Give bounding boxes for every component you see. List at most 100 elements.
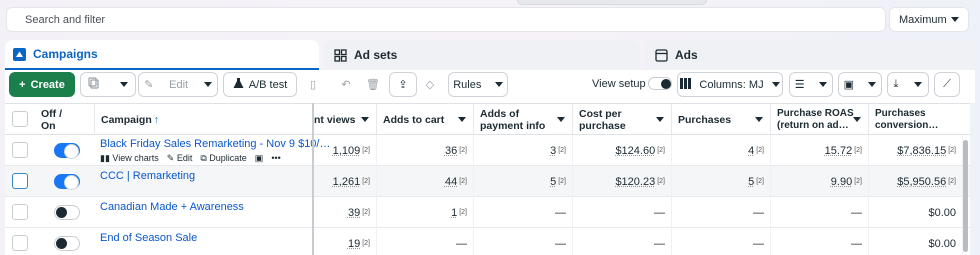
campaign-name-link[interactable]: End of Season Sale bbox=[100, 232, 197, 244]
row-checkbox[interactable] bbox=[12, 204, 28, 220]
clipboard-icon[interactable]: ▯ bbox=[302, 72, 324, 97]
views-cell: 1,109 [2] bbox=[314, 135, 377, 166]
header-roas[interactable]: Purchase ROAS (return on ad… bbox=[771, 104, 869, 135]
duplicate-icon bbox=[88, 77, 100, 92]
tab-ads[interactable]: Ads bbox=[645, 40, 975, 70]
roas-cell: 15.72 [2] bbox=[771, 135, 869, 166]
campaign-toggle[interactable] bbox=[54, 236, 80, 251]
views-cell: 1,261 [2] bbox=[314, 166, 377, 197]
campaign-name-link[interactable]: CCC | Remarketing bbox=[100, 170, 195, 182]
export-button[interactable]: ⤓ bbox=[887, 72, 929, 97]
create-button[interactable]: + Create bbox=[9, 72, 75, 97]
chevron-down-icon bbox=[656, 117, 664, 122]
campaign-toggle[interactable] bbox=[54, 174, 80, 190]
chevron-down-icon bbox=[203, 82, 212, 87]
grid-icon bbox=[334, 48, 347, 62]
header-purchases[interactable]: Purchases bbox=[672, 104, 771, 135]
tab-campaigns[interactable]: Campaigns bbox=[5, 40, 319, 70]
view-setup-toggle[interactable] bbox=[648, 77, 672, 90]
chevron-down-icon bbox=[914, 82, 923, 87]
chevron-down-icon bbox=[772, 82, 781, 87]
chevron-down-icon bbox=[868, 82, 877, 87]
chevron-down-icon bbox=[119, 82, 128, 87]
atc-cell: 1 [2] bbox=[377, 197, 474, 228]
atc-cell: — bbox=[377, 228, 474, 255]
undo-icon[interactable]: ↶ bbox=[335, 72, 357, 97]
vertical-scrollbar[interactable] bbox=[963, 140, 968, 252]
views-cell: 19 [2] bbox=[314, 228, 377, 255]
purchases-cell: 5 [2] bbox=[672, 166, 771, 197]
chevron-down-icon bbox=[853, 117, 861, 122]
cpp-cell: $124.60 [2] bbox=[573, 135, 672, 166]
breakdown-button[interactable]: ☰ bbox=[789, 72, 833, 97]
header-conversion-value[interactable]: Purchases conversion… bbox=[869, 104, 970, 135]
campaign-name-link[interactable]: Canadian Made + Awareness bbox=[100, 201, 244, 213]
value-cell: $0.00 bbox=[869, 197, 963, 228]
breakdown-icon: ☰ bbox=[794, 79, 805, 91]
tab-ad-sets[interactable]: Ad sets bbox=[324, 40, 640, 70]
duplicate-icon: ⧉ bbox=[200, 153, 210, 163]
folder-icon bbox=[13, 47, 26, 61]
atc-cell: 44 [2] bbox=[377, 166, 474, 197]
table-row[interactable]: End of Season Sale 19 [2] — — — — — $0.00 bbox=[5, 228, 970, 255]
trash-icon[interactable]: 🗑︎ bbox=[362, 72, 384, 97]
chevron-down-icon bbox=[494, 82, 503, 87]
reports-icon: ▣ bbox=[843, 79, 855, 91]
header-cost-per-purchase[interactable]: Cost per purchase bbox=[573, 104, 672, 135]
table-row[interactable]: Canadian Made + Awareness 39 [2] 1 [2] — —… bbox=[5, 197, 970, 228]
cpp-cell: — bbox=[573, 197, 672, 228]
header-campaign[interactable]: Campaign ↑ bbox=[95, 104, 313, 135]
header-off-on[interactable]: Off / On bbox=[35, 104, 95, 135]
duplicate-button[interactable] bbox=[80, 72, 136, 97]
ab-test-button[interactable]: A/B test bbox=[223, 72, 297, 97]
roas-cell: — bbox=[771, 228, 869, 255]
campaign-name-link[interactable]: Black Friday Sales Remarketing - Nov 9 $… bbox=[100, 138, 330, 150]
view-setup-label: View setup bbox=[592, 78, 646, 90]
image-icon[interactable]: ▣ bbox=[255, 153, 264, 164]
payment-cell: 3 [2] bbox=[474, 135, 573, 166]
table-row[interactable]: CCC | Remarketing 1,261 [2] 44 [2] 5 [2] $1… bbox=[5, 166, 970, 197]
row-actions: ▮▮ View charts ✎ Edit ⧉ Duplicate ▣ ••• bbox=[100, 153, 281, 164]
plus-icon: + bbox=[19, 78, 26, 91]
row-checkbox[interactable] bbox=[12, 173, 28, 189]
value-cell: $5,950.56 [2] bbox=[869, 166, 963, 197]
purchases-cell: — bbox=[672, 197, 771, 228]
flask-icon bbox=[233, 77, 244, 92]
reports-button[interactable]: ▣ bbox=[838, 72, 882, 97]
chevron-down-icon bbox=[951, 17, 959, 22]
bar-chart-icon: ▮▮ bbox=[100, 153, 113, 163]
row-checkbox[interactable] bbox=[12, 235, 28, 251]
edit-action[interactable]: ✎ Edit bbox=[167, 153, 193, 164]
export-comment-icon[interactable]: ⇪ bbox=[389, 72, 417, 97]
header-adds-to-cart[interactable]: Adds to cart bbox=[377, 104, 474, 135]
columns-button[interactable]: Columns: MJ bbox=[677, 72, 783, 97]
rules-button[interactable]: Rules bbox=[448, 72, 508, 97]
payment-cell: 5 [2] bbox=[474, 166, 573, 197]
chart-button[interactable]: ⟋ bbox=[934, 72, 960, 97]
sort-up-icon: ↑ bbox=[153, 113, 160, 126]
duplicate-action[interactable]: ⧉ Duplicate bbox=[200, 153, 246, 164]
row-checkbox[interactable] bbox=[12, 142, 28, 158]
more-icon[interactable]: ••• bbox=[271, 153, 280, 164]
edit-button[interactable]: ✎ Edit bbox=[138, 72, 218, 97]
chevron-down-icon bbox=[557, 117, 565, 122]
chevron-down-icon bbox=[819, 82, 828, 87]
campaign-toggle[interactable] bbox=[54, 143, 80, 159]
view-charts-action[interactable]: ▮▮ View charts bbox=[100, 153, 159, 164]
purchases-cell: 4 [2] bbox=[672, 135, 771, 166]
campaign-toggle[interactable] bbox=[54, 205, 80, 220]
atc-cell: 36 [2] bbox=[377, 135, 474, 166]
top-drawer-handle[interactable] bbox=[517, 0, 707, 5]
pencil-icon: ✎ bbox=[166, 153, 177, 163]
table-row[interactable]: Black Friday Sales Remarketing - Nov 9 $… bbox=[5, 135, 970, 166]
date-range-select[interactable]: Maximum bbox=[889, 7, 969, 32]
header-adds-payment[interactable]: Adds of payment info bbox=[474, 104, 573, 135]
header-views[interactable]: nt views bbox=[314, 104, 377, 135]
chart-icon: ⟋ bbox=[943, 78, 951, 90]
search-input[interactable]: Search and filter bbox=[6, 7, 886, 32]
chevron-down-icon bbox=[458, 117, 466, 122]
tag-icon[interactable]: ◇ bbox=[419, 72, 441, 97]
roas-cell: 9.90 [2] bbox=[771, 166, 869, 197]
views-cell: 39 [2] bbox=[314, 197, 377, 228]
select-all-checkbox[interactable] bbox=[12, 111, 28, 127]
